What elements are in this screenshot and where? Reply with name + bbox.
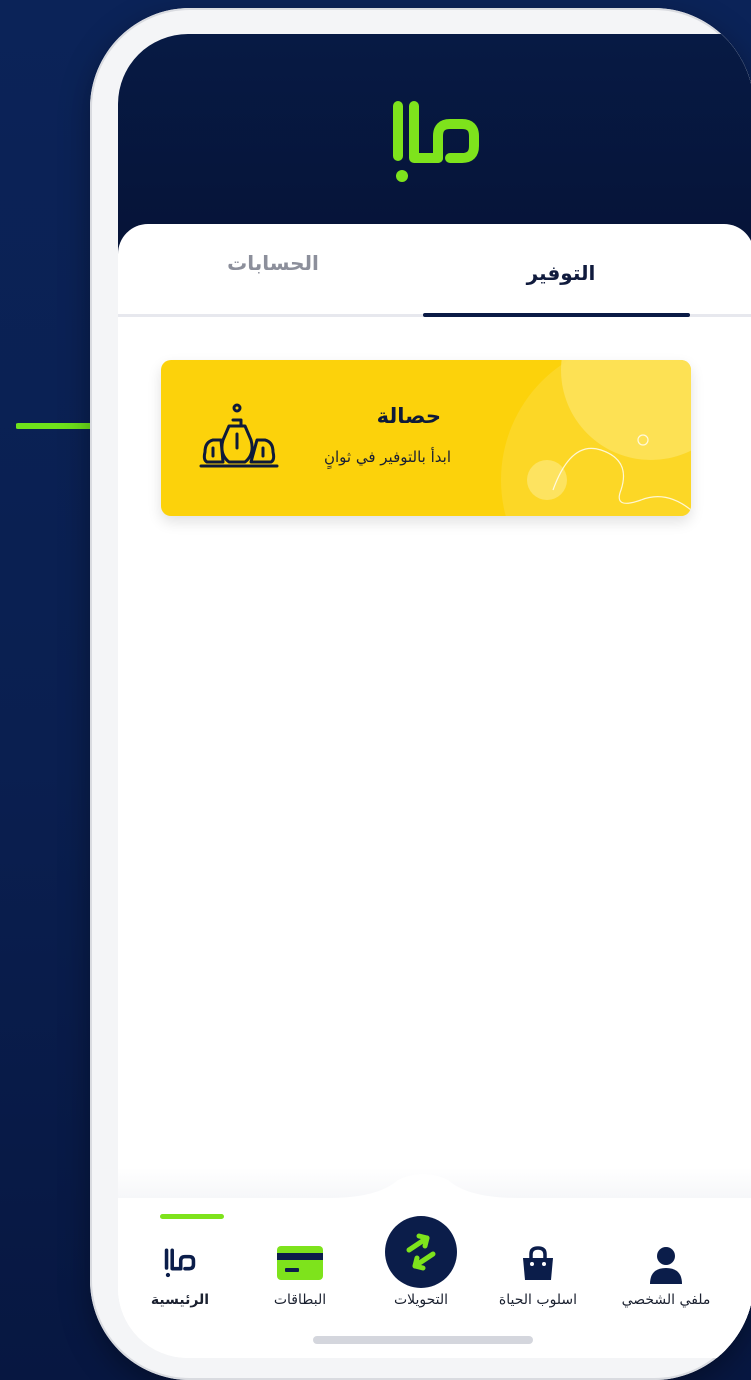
nav-lifestyle-label: اسلوب الحياة [498,1292,578,1308]
app-screen: الحسابات التوفير حصالة ابدأ بالتوفير في … [118,34,751,1358]
shopping-bag-icon [523,1246,553,1280]
tab-accounts-label: الحسابات [227,251,319,275]
brand-logo [393,101,479,182]
phone-frame: الحسابات التوفير حصالة ابدأ بالتوفير في … [90,8,751,1380]
hassala-title: حصالة [376,404,441,428]
hassala-card[interactable]: حصالة ابدأ بالتوفير في ثوانٍ [161,360,691,516]
nav-home[interactable]: الرئيسية [130,1214,230,1316]
nav-home-label: الرئيسية [150,1292,210,1308]
transfer-arrows-icon [406,1233,436,1271]
tab-saving[interactable]: التوفير [428,228,694,318]
active-nav-indicator [160,1214,224,1219]
nav-cards-label: البطاقات [273,1292,327,1308]
home-indicator[interactable] [313,1336,533,1344]
nav-cards[interactable]: البطاقات [250,1216,350,1316]
hassala-subtitle: ابدأ بالتوفير في ثوانٍ [323,448,451,466]
nav-profile-label: ملفي الشخصي [621,1292,711,1308]
tab-accounts[interactable]: الحسابات [118,218,428,308]
tab-bar: الحسابات التوفير [118,224,751,317]
card-icon [277,1246,323,1280]
user-icon [650,1247,682,1284]
brand-logo-icon [164,1248,196,1278]
nav-profile[interactable]: ملفي الشخصي [616,1216,716,1316]
nav-lifestyle[interactable]: اسلوب الحياة [488,1216,588,1316]
nav-curve [118,1174,751,1208]
bottom-navigation: الرئيسية البطاقات التحويلات اسلوب الحياة… [118,1174,751,1358]
active-tab-indicator [423,313,690,317]
piggy-bank-jars-icon [199,403,279,468]
tab-saving-label: التوفير [526,261,596,285]
nav-transfers-label: التحويلات [393,1292,449,1308]
transfer-button[interactable] [385,1216,457,1288]
nav-transfers[interactable]: التحويلات [371,1216,471,1316]
